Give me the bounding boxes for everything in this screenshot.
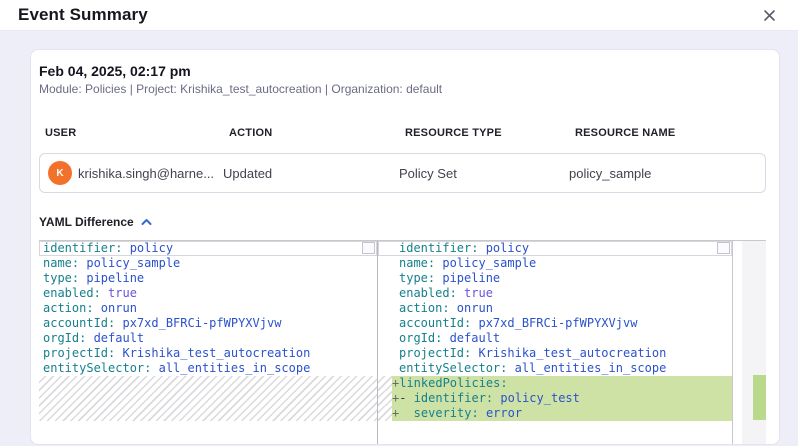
diff-added-lines: +linkedPolicies:+- identifier: policy_te… [378, 376, 732, 421]
close-icon [763, 10, 776, 25]
yaml-difference-toggle[interactable]: YAML Difference [39, 213, 152, 231]
user-cell: K krishika.singh@harne... [40, 161, 223, 185]
column-user: USER [45, 127, 229, 140]
diff-overview-ruler[interactable] [742, 241, 766, 445]
event-context: Module: Policies | Project: Krishika_tes… [39, 82, 771, 97]
diff-pane-original[interactable]: identifier: policyname: policy_sampletyp… [39, 241, 378, 445]
page-title: Event Summary [18, 5, 148, 25]
action-value: Updated [223, 166, 399, 181]
resource-name-value: policy_sample [569, 166, 765, 181]
close-button[interactable] [761, 7, 778, 24]
scrollbar-slider-left[interactable] [362, 242, 375, 254]
yaml-diff-view: identifier: policyname: policy_sampletyp… [39, 240, 766, 445]
chevron-up-icon [141, 213, 152, 231]
table-header: USER ACTION RESOURCE TYPE RESOURCE NAME [39, 127, 766, 140]
dialog-header: Event Summary [0, 0, 798, 31]
user-name: krishika.singh@harne... [78, 166, 214, 181]
yaml-difference-label: YAML Difference [39, 215, 134, 230]
event-timestamp: Feb 04, 2025, 02:17 pm [39, 63, 771, 80]
dialog-body: Feb 04, 2025, 02:17 pm Module: Policies … [0, 31, 798, 446]
diff-pane-modified[interactable]: identifier: policyname: policy_sampletyp… [378, 241, 733, 445]
column-action: ACTION [229, 127, 405, 140]
diff-change-marker [753, 375, 766, 420]
resource-type-value: Policy Set [399, 166, 569, 181]
table-row: K krishika.singh@harne... Updated Policy… [39, 153, 766, 193]
diff-spacer-hatch [39, 376, 377, 421]
column-resource-type: RESOURCE TYPE [405, 127, 575, 140]
column-resource-name: RESOURCE NAME [575, 127, 766, 140]
event-card: Feb 04, 2025, 02:17 pm Module: Policies … [30, 49, 780, 445]
event-table: USER ACTION RESOURCE TYPE RESOURCE NAME … [39, 127, 766, 193]
scrollbar-slider-right[interactable] [717, 242, 730, 254]
avatar: K [48, 161, 72, 185]
